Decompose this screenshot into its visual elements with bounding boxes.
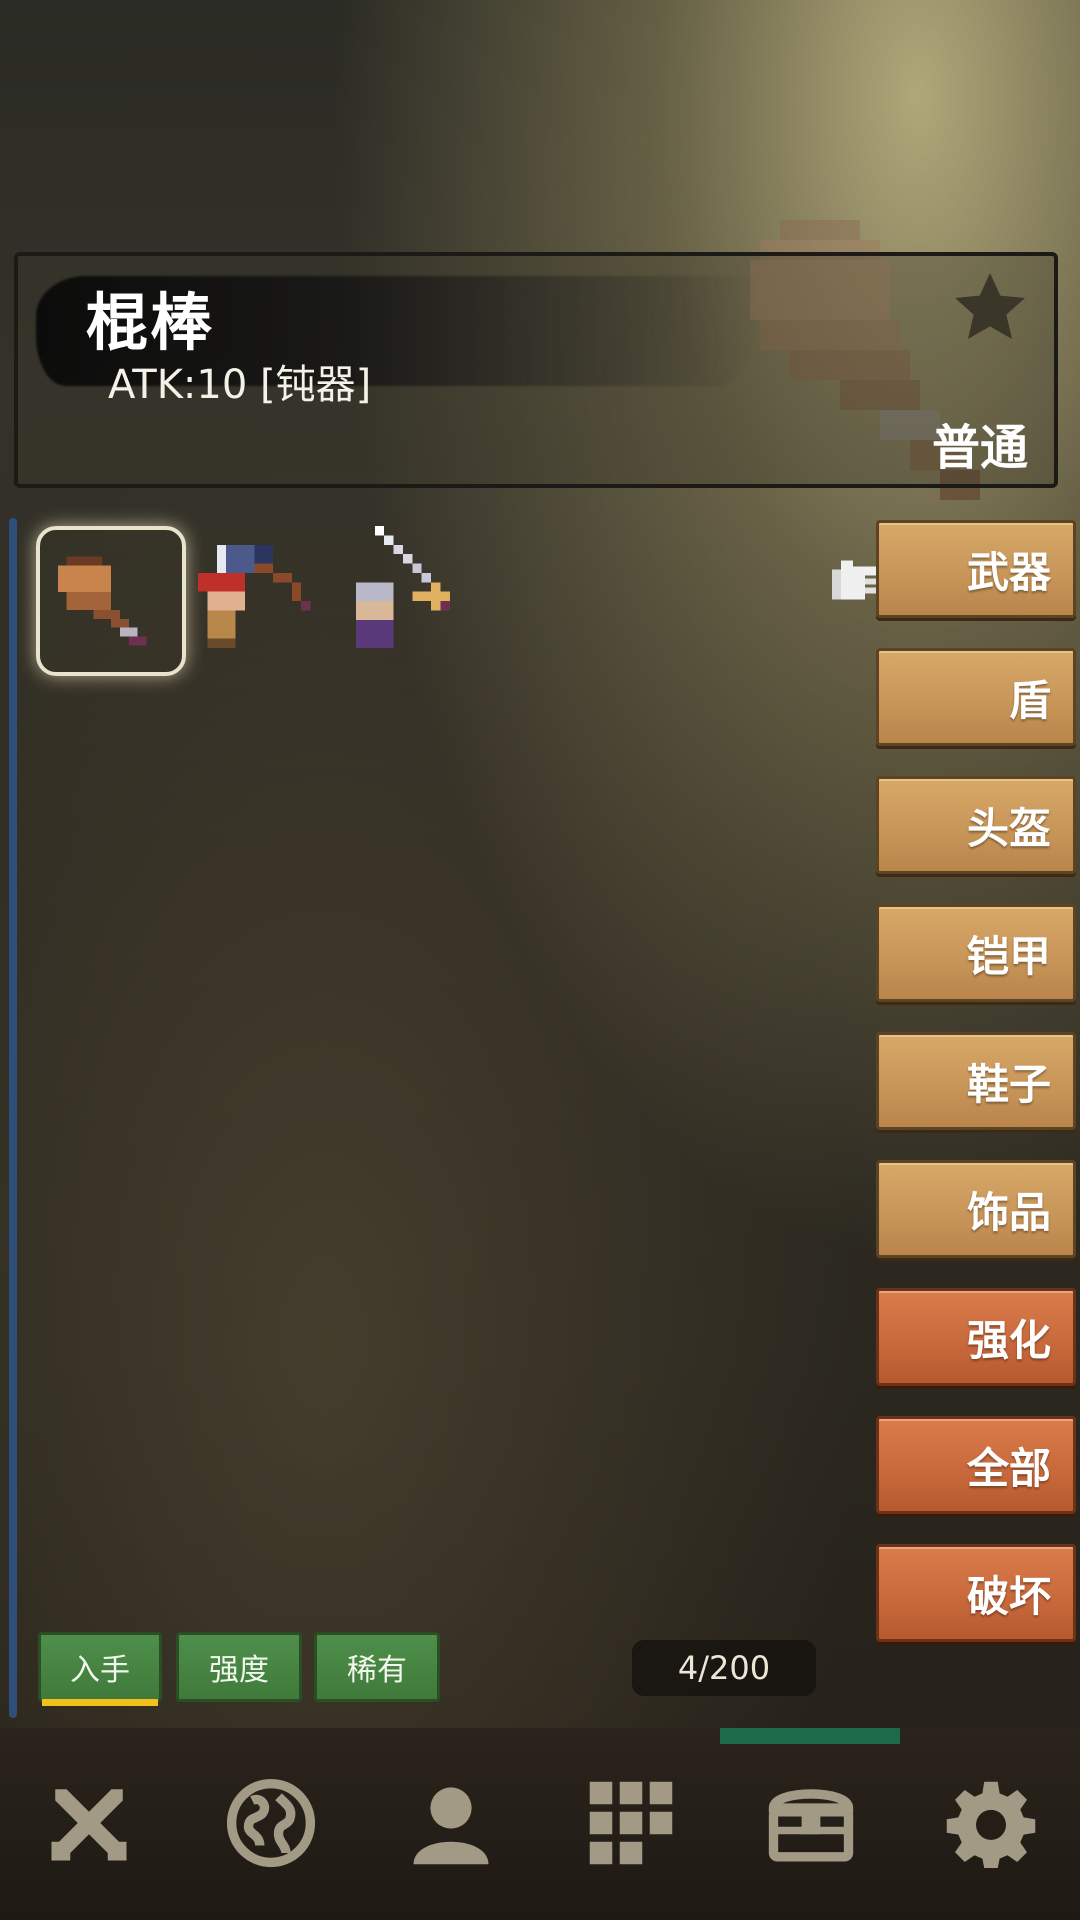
treasure-chest-icon[interactable] [766, 1778, 856, 1868]
sort-strength-button[interactable]: 强度 [176, 1632, 302, 1702]
sort-rarity-button[interactable]: 稀有 [314, 1632, 440, 1702]
item-count: 4/200 [632, 1640, 816, 1696]
item-detail-panel: 棍棒 ATK:10 [钝器] 普通 [14, 252, 1058, 488]
category-shoes-button[interactable]: 鞋子 [876, 1032, 1076, 1130]
club-icon [57, 556, 147, 646]
gear-icon[interactable] [946, 1778, 1036, 1868]
progress-bar [720, 1728, 900, 1744]
crossed-swords-icon[interactable] [44, 1778, 134, 1868]
item-rarity: 普通 [931, 420, 1028, 476]
sort-active-indicator [42, 1699, 158, 1706]
category-helmet-button[interactable]: 头盔 [876, 776, 1076, 874]
destroy-button[interactable]: 破坏 [876, 1544, 1076, 1642]
sword-with-silver-haired-hero-icon [356, 526, 450, 648]
inventory-slot[interactable] [198, 526, 348, 676]
inventory-slot[interactable] [36, 526, 186, 676]
sort-acquired-button[interactable]: 入手 [38, 1632, 162, 1702]
bottom-navigation [0, 1728, 1080, 1920]
globe-icon[interactable] [226, 1778, 316, 1868]
person-icon[interactable] [406, 1778, 496, 1868]
category-shield-button[interactable]: 盾 [876, 648, 1076, 746]
inventory-slot[interactable] [356, 526, 506, 676]
item-stat: ATK:10 [钝器] [108, 362, 372, 408]
all-button[interactable]: 全部 [876, 1416, 1076, 1514]
category-accessory-button[interactable]: 饰品 [876, 1160, 1076, 1258]
enhance-button[interactable]: 强化 [876, 1288, 1076, 1386]
category-weapon-button[interactable]: 武器 [876, 520, 1076, 618]
item-name: 棍棒 [86, 286, 215, 359]
category-armor-button[interactable]: 铠甲 [876, 904, 1076, 1002]
axe-with-red-haired-hero-icon [198, 544, 311, 648]
grid-icon[interactable] [586, 1778, 676, 1868]
inventory-scrollbar[interactable] [9, 518, 17, 1718]
favorite-star-icon[interactable] [950, 268, 1030, 348]
